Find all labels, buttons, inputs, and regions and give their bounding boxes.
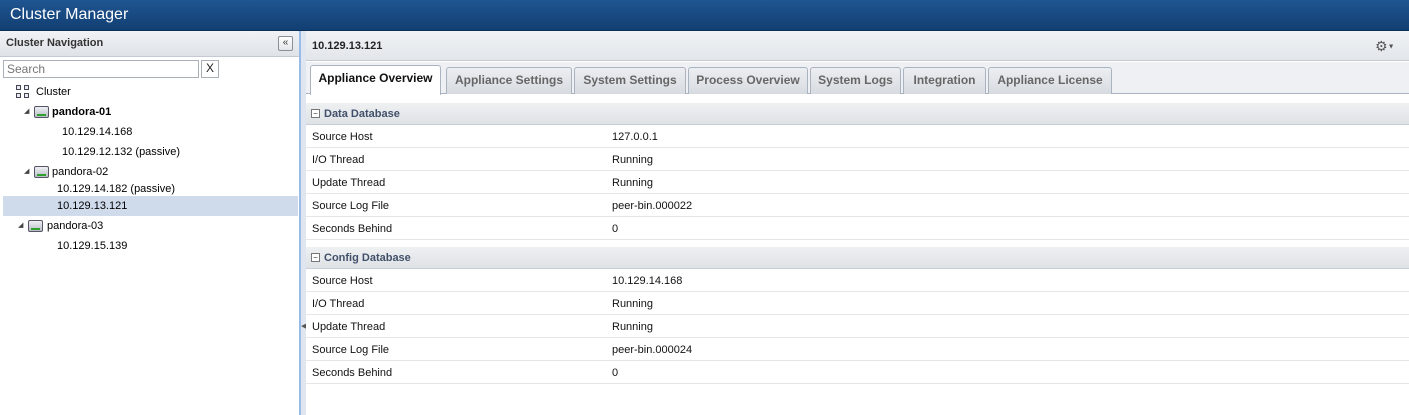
- row-value: Running: [612, 321, 653, 333]
- tree-node-label: Cluster: [36, 86, 71, 98]
- table-row: Source Host 10.129.14.168: [306, 269, 1409, 292]
- tab-integration[interactable]: Integration: [903, 67, 986, 94]
- tree-node-10-129-12-132[interactable]: 10.129.12.132 (passive): [62, 142, 262, 162]
- row-key: Source Host: [312, 131, 373, 143]
- row-value: Running: [612, 298, 653, 310]
- cluster-icon: [16, 85, 31, 99]
- table-row: I/O Thread Running: [306, 292, 1409, 315]
- tree-node-label: 10.129.14.168: [62, 126, 133, 138]
- table-row: Seconds Behind 0: [306, 217, 1409, 240]
- tree-node-label: pandora-03: [47, 220, 104, 232]
- collapse-panel-icon[interactable]: «: [278, 36, 293, 51]
- tab-appliance-settings[interactable]: Appliance Settings: [446, 67, 572, 94]
- section-data-database[interactable]: − Data Database: [306, 103, 1409, 125]
- server-icon: [34, 106, 49, 118]
- tree-node-label: 10.129.14.182 (passive): [57, 183, 176, 195]
- row-key: Seconds Behind: [312, 223, 393, 235]
- row-key: Update Thread: [312, 177, 386, 189]
- collapse-section-icon[interactable]: −: [311, 109, 320, 118]
- table-row: Update Thread Running: [306, 171, 1409, 194]
- row-key: Source Log File: [312, 200, 390, 212]
- table-row: Source Log File peer-bin.000024: [306, 338, 1409, 361]
- server-icon: [34, 166, 49, 178]
- tree-node-label: 10.129.13.121: [57, 200, 128, 212]
- row-value: peer-bin.000022: [612, 200, 693, 212]
- app-titlebar: Cluster Manager: [0, 0, 1409, 31]
- nav-header: Cluster Navigation «: [0, 31, 299, 57]
- tree-node-pandora-03[interactable]: ◢ pandora-03: [18, 216, 218, 236]
- row-key: Update Thread: [312, 321, 386, 333]
- tree-node-10-129-15-139[interactable]: 10.129.15.139: [57, 236, 257, 256]
- clear-search-button[interactable]: X: [201, 60, 219, 78]
- row-key: I/O Thread: [312, 298, 365, 310]
- search-input[interactable]: [3, 60, 199, 78]
- tab-appliance-license[interactable]: Appliance License: [988, 67, 1112, 94]
- nav-title: Cluster Navigation: [6, 37, 104, 49]
- tab-appliance-overview[interactable]: Appliance Overview: [310, 65, 441, 95]
- gear-icon[interactable]: ⚙▼: [1375, 38, 1397, 54]
- tree-node-pandora-01[interactable]: ◢ pandora-01: [24, 102, 224, 122]
- table-row: Update Thread Running: [306, 315, 1409, 338]
- section-title: Config Database: [324, 252, 411, 264]
- row-key: Source Log File: [312, 344, 390, 356]
- table-row: Seconds Behind 0: [306, 361, 1409, 384]
- main-panel: 10.129.13.121 ⚙▼ Appliance Overview Appl…: [306, 31, 1409, 415]
- table-row: Source Host 127.0.0.1: [306, 125, 1409, 148]
- server-icon: [28, 220, 43, 232]
- row-value: 0: [612, 367, 619, 379]
- row-key: I/O Thread: [312, 154, 365, 166]
- row-value: peer-bin.000024: [612, 344, 693, 356]
- table-row: I/O Thread Running: [306, 148, 1409, 171]
- cluster-navigation-panel: Cluster Navigation « X Cluster ◢ pandora…: [0, 31, 300, 415]
- row-value: Running: [612, 177, 653, 189]
- expand-arrow-icon[interactable]: ◢: [24, 168, 32, 176]
- tree-node-label: 10.129.12.132 (passive): [62, 146, 181, 158]
- table-row: Source Log File peer-bin.000022: [306, 194, 1409, 217]
- tree-node-10-129-14-168[interactable]: 10.129.14.168: [62, 122, 262, 142]
- row-key: Seconds Behind: [312, 367, 393, 379]
- expand-arrow-icon[interactable]: ◢: [18, 222, 26, 230]
- row-value: Running: [612, 154, 653, 166]
- tree-node-10-129-13-121[interactable]: 10.129.13.121: [3, 196, 298, 216]
- main-header: 10.129.13.121 ⚙▼: [306, 31, 1409, 61]
- collapse-section-icon[interactable]: −: [311, 253, 320, 262]
- tab-process-overview[interactable]: Process Overview: [688, 67, 808, 94]
- row-value: 127.0.0.1: [612, 131, 658, 143]
- tree-node-label: pandora-01: [52, 106, 112, 118]
- tab-bar: Appliance Overview Appliance Settings Sy…: [306, 62, 1409, 95]
- expand-arrow-icon[interactable]: ◢: [24, 108, 32, 116]
- row-value: 10.129.14.168: [612, 275, 683, 287]
- tree-node-cluster[interactable]: Cluster: [16, 82, 216, 102]
- nav-search: X: [3, 60, 219, 79]
- page-title: 10.129.13.121: [312, 40, 383, 52]
- section-title: Data Database: [324, 108, 400, 120]
- section-config-database[interactable]: − Config Database: [306, 247, 1409, 269]
- tab-system-logs[interactable]: System Logs: [810, 67, 901, 94]
- tree-node-label: 10.129.15.139: [57, 240, 128, 252]
- row-key: Source Host: [312, 275, 373, 287]
- app-title: Cluster Manager: [10, 6, 129, 23]
- row-value: 0: [612, 223, 619, 235]
- tab-system-settings[interactable]: System Settings: [574, 67, 686, 94]
